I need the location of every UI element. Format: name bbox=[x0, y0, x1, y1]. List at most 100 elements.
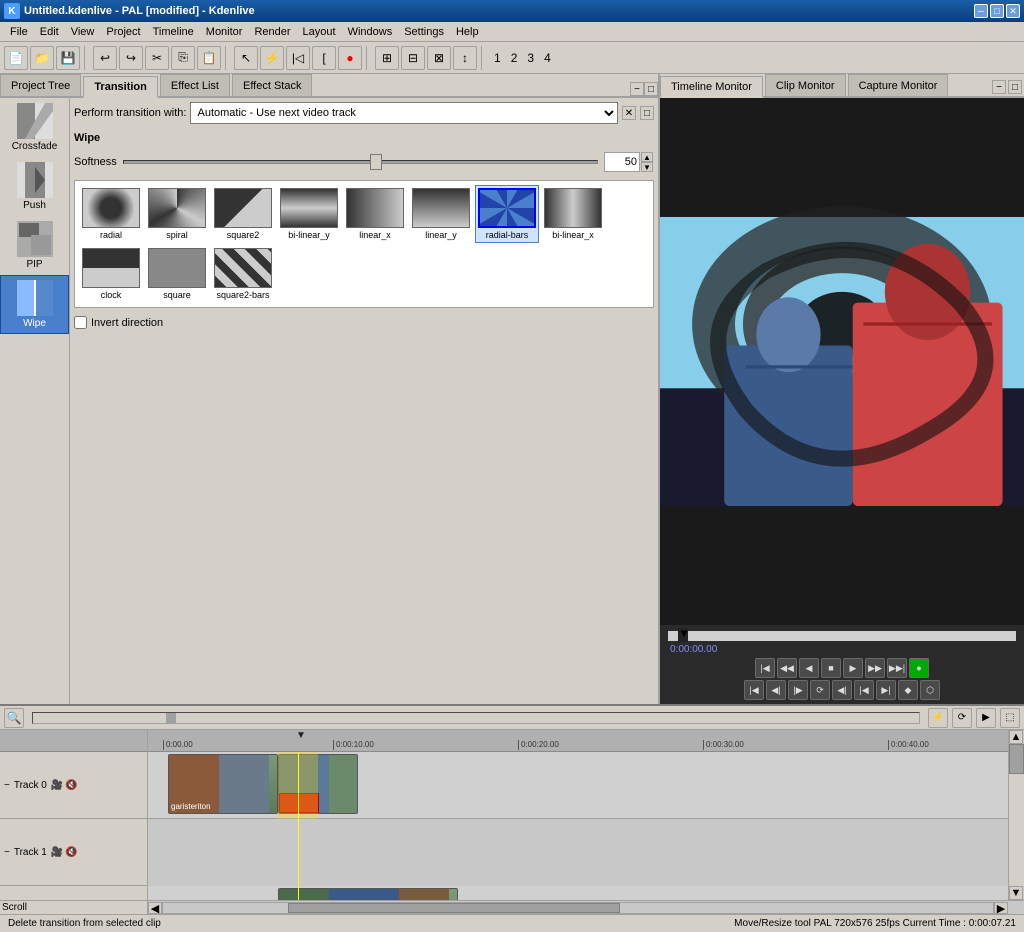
monitor-timeline-bar[interactable]: ▼ bbox=[668, 631, 1016, 641]
timeline-tb-btn1[interactable]: ⚡ bbox=[928, 708, 948, 728]
wipe-linear-x[interactable]: linear_x bbox=[343, 185, 407, 243]
prev-marker-button[interactable]: ◀| bbox=[766, 680, 786, 700]
softness-input[interactable] bbox=[604, 152, 640, 172]
spacer-tool[interactable]: |◁ bbox=[286, 46, 310, 70]
track0-video-icon[interactable]: 🎥 bbox=[51, 780, 63, 791]
zoom-tool[interactable]: 🔍 bbox=[4, 708, 24, 728]
wipe-clock[interactable]: clock bbox=[79, 245, 143, 303]
menu-settings[interactable]: Settings bbox=[398, 24, 450, 40]
panel-close-left[interactable]: − bbox=[630, 82, 644, 96]
transition-close[interactable]: ✕ bbox=[622, 106, 636, 120]
zoom-slider-thumb[interactable] bbox=[166, 713, 176, 723]
copy-button[interactable]: ⎘ bbox=[171, 46, 195, 70]
stop-button[interactable]: ■ bbox=[821, 658, 841, 678]
tab-capture-monitor[interactable]: Capture Monitor bbox=[848, 74, 949, 96]
record-monitor-button[interactable]: ● bbox=[909, 658, 929, 678]
tab-effect-stack[interactable]: Effect Stack bbox=[232, 74, 313, 96]
next-frame-button[interactable]: ▶▶| bbox=[887, 658, 907, 678]
tab-clip-monitor[interactable]: Clip Monitor bbox=[765, 74, 846, 96]
monitor-playhead-marker[interactable]: ▼ bbox=[678, 628, 688, 642]
extract-btn[interactable]: ↕ bbox=[453, 46, 477, 70]
goto-start-button[interactable]: |◀ bbox=[755, 658, 775, 678]
mark-in[interactable]: [ bbox=[312, 46, 336, 70]
prev-frame-button[interactable]: ◀◀ bbox=[777, 658, 797, 678]
wipe-square2bars[interactable]: square2-bars bbox=[211, 245, 275, 303]
mark-in-button[interactable]: |◀ bbox=[744, 680, 764, 700]
vscroll-thumb[interactable] bbox=[1009, 744, 1024, 774]
menu-edit[interactable]: Edit bbox=[34, 24, 65, 40]
save-button[interactable]: 💾 bbox=[56, 46, 80, 70]
goto-out-button[interactable]: ◀| bbox=[832, 680, 852, 700]
wipe-linear-y[interactable]: linear_y bbox=[409, 185, 473, 243]
vscroll-down[interactable]: ▼ bbox=[1009, 886, 1023, 900]
timeline-tb-btn2[interactable]: ⟳ bbox=[952, 708, 972, 728]
hscroll-thumb[interactable] bbox=[288, 903, 620, 913]
track0-mute-icon[interactable]: 🔇 bbox=[65, 780, 77, 791]
softness-slider[interactable] bbox=[123, 154, 598, 170]
trans-crossfade[interactable]: Crossfade bbox=[0, 98, 69, 157]
redo-button[interactable]: ↪ bbox=[119, 46, 143, 70]
menu-view[interactable]: View bbox=[65, 24, 101, 40]
next-marker-button[interactable]: |◀ bbox=[854, 680, 874, 700]
num2[interactable]: 2 bbox=[507, 51, 522, 65]
slow-forward-button[interactable]: ▶▶ bbox=[865, 658, 885, 678]
monitor-expand[interactable]: □ bbox=[1008, 80, 1022, 94]
menu-windows[interactable]: Windows bbox=[342, 24, 399, 40]
monitor-close[interactable]: − bbox=[992, 80, 1006, 94]
menu-layout[interactable]: Layout bbox=[297, 24, 342, 40]
new-button[interactable]: 📄 bbox=[4, 46, 28, 70]
loop-button[interactable]: ⟳ bbox=[810, 680, 830, 700]
minimize-button[interactable]: ─ bbox=[974, 4, 988, 18]
clip-track1-1[interactable]: danksterito.mp4 bbox=[278, 888, 458, 900]
num1[interactable]: 1 bbox=[490, 51, 505, 65]
track1-video-icon[interactable]: 🎥 bbox=[51, 847, 63, 858]
reverse-play-button[interactable]: ◀ bbox=[799, 658, 819, 678]
close-button[interactable]: ✕ bbox=[1006, 4, 1020, 18]
panel-float-left[interactable]: □ bbox=[644, 82, 658, 96]
timeline-tb-btn4[interactable]: ⬚ bbox=[1000, 708, 1020, 728]
razor-tool[interactable]: ⚡ bbox=[260, 46, 284, 70]
cut-button[interactable]: ✂ bbox=[145, 46, 169, 70]
goto-in-button[interactable]: |▶ bbox=[788, 680, 808, 700]
trans-push[interactable]: Push bbox=[0, 157, 69, 216]
trans-pip[interactable]: PIP bbox=[0, 216, 69, 275]
menu-monitor[interactable]: Monitor bbox=[200, 24, 249, 40]
perform-select[interactable]: Automatic - Use next video track bbox=[190, 102, 618, 124]
spin-down[interactable]: ▼ bbox=[641, 162, 653, 172]
transition-expand[interactable]: □ bbox=[640, 106, 654, 120]
paste-button[interactable]: 📋 bbox=[197, 46, 221, 70]
menu-file[interactable]: File bbox=[4, 24, 34, 40]
tab-timeline-monitor[interactable]: Timeline Monitor bbox=[660, 76, 763, 98]
timeline-tb-btn3[interactable]: ▶ bbox=[976, 708, 996, 728]
num4[interactable]: 4 bbox=[540, 51, 555, 65]
track1-collapse[interactable]: − bbox=[4, 847, 10, 858]
num3[interactable]: 3 bbox=[523, 51, 538, 65]
wipe-square[interactable]: square bbox=[145, 245, 209, 303]
hscroll-right[interactable]: ▶ bbox=[994, 902, 1008, 914]
wipe-bilinear-x[interactable]: bi-linear_x bbox=[541, 185, 605, 243]
play-button[interactable]: ▶ bbox=[843, 658, 863, 678]
menu-help[interactable]: Help bbox=[450, 24, 485, 40]
maximize-button[interactable]: □ bbox=[990, 4, 1004, 18]
menu-timeline[interactable]: Timeline bbox=[147, 24, 200, 40]
wipe-bilinear-y[interactable]: bi-linear_y bbox=[277, 185, 341, 243]
invert-checkbox[interactable] bbox=[74, 316, 87, 329]
tab-transition[interactable]: Transition bbox=[83, 76, 158, 98]
record-button[interactable]: ● bbox=[338, 46, 362, 70]
menu-project[interactable]: Project bbox=[100, 24, 146, 40]
tab-project-tree[interactable]: Project Tree bbox=[0, 74, 81, 96]
spin-up[interactable]: ▲ bbox=[641, 152, 653, 162]
undo-button[interactable]: ↩ bbox=[93, 46, 117, 70]
menu-render[interactable]: Render bbox=[248, 24, 296, 40]
wipe-radial-bars[interactable]: radial-bars bbox=[475, 185, 539, 243]
track0-collapse[interactable]: − bbox=[4, 780, 10, 791]
tab-effect-list[interactable]: Effect List bbox=[160, 74, 230, 96]
mark-out-button[interactable]: ▶| bbox=[876, 680, 896, 700]
layout-btn3[interactable]: ⊠ bbox=[427, 46, 451, 70]
wipe-radial[interactable]: radial bbox=[79, 185, 143, 243]
layout-btn1[interactable]: ⊞ bbox=[375, 46, 399, 70]
open-button[interactable]: 📁 bbox=[30, 46, 54, 70]
extract-monitor-button[interactable]: ⬡ bbox=[920, 680, 940, 700]
vscroll-up[interactable]: ▲ bbox=[1009, 730, 1023, 744]
wipe-square2[interactable]: square2 bbox=[211, 185, 275, 243]
